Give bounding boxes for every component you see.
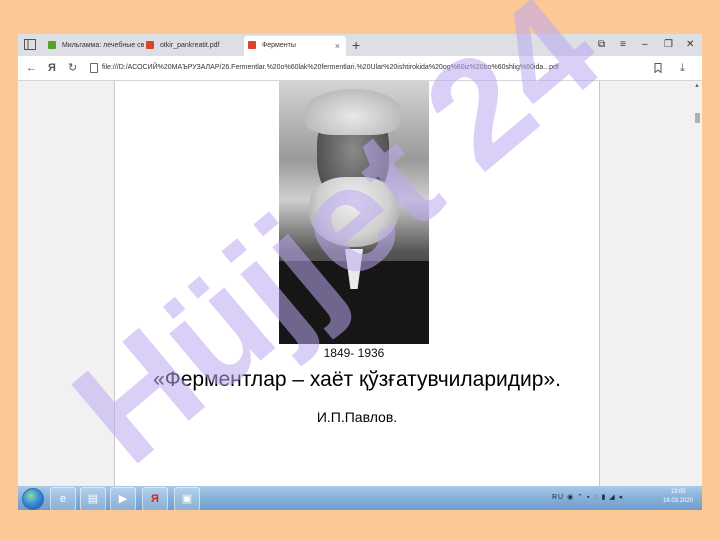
- restore-icon[interactable]: ❐: [664, 38, 673, 52]
- yandex-browser-taskbar-icon[interactable]: Я: [142, 487, 168, 510]
- portrait-beard: [309, 177, 399, 247]
- quote-text: «Ферментлар – хаёт қўзғатувчиларидир».: [153, 368, 561, 391]
- tab-label: Мильгамма: лечебные св: [61, 42, 145, 49]
- screen: Мильгамма: лечебные св otkir_pankreatit.…: [18, 34, 702, 510]
- pavlov-portrait-image: [279, 81, 429, 344]
- pdf-viewer[interactable]: 1849- 1936 «Ферментлар – хаёт қўзғатувчи…: [18, 81, 702, 486]
- address-bar: ← Я ↻ file:///D:/АСОСИЙ%20МАЪРУЗАЛАР/26.…: [18, 56, 702, 81]
- tab-otkir-pankreatit[interactable]: otkir_pankreatit.pdf: [146, 36, 238, 56]
- close-tab-icon[interactable]: ×: [335, 36, 340, 56]
- quote-author: И.П.Павлов.: [316, 409, 398, 425]
- new-tab-button[interactable]: +: [352, 36, 360, 54]
- media-player-icon[interactable]: ▶: [110, 487, 136, 510]
- internet-explorer-icon[interactable]: e: [50, 487, 76, 510]
- bookmark-icon[interactable]: [654, 63, 662, 73]
- url-field[interactable]: file:///D:/АСОСИЙ%20МАЪРУЗАЛАР/26.Fermen…: [102, 62, 642, 74]
- scrollbar[interactable]: ▲: [692, 81, 702, 486]
- tab-label: otkir_pankreatit.pdf: [159, 42, 220, 49]
- back-icon[interactable]: ←: [26, 61, 37, 75]
- scrollbar-thumb[interactable]: [695, 113, 700, 123]
- pdf-icon: [248, 41, 256, 50]
- sidebar-toggle-icon[interactable]: [24, 39, 36, 50]
- start-button[interactable]: [22, 488, 44, 510]
- tab-fermenty[interactable]: Ферменты ×: [244, 36, 346, 56]
- download-icon[interactable]: ⤓: [680, 61, 685, 75]
- tabs-manager-icon[interactable]: ⧉: [598, 38, 605, 52]
- menu-icon[interactable]: ≡: [620, 38, 626, 52]
- language-indicator[interactable]: RU: [552, 494, 564, 501]
- scroll-up-icon[interactable]: ▲: [694, 83, 700, 89]
- taskbar: e ▤ ▶ Я ▣ RU ◉ ⌃ ▪ ◌ ▮ ◢ ◂ 13:05 18.03.2…: [18, 486, 702, 510]
- life-years: 1849- 1936: [323, 346, 385, 360]
- minimize-icon[interactable]: –: [642, 38, 648, 52]
- clock-date: 18.03.2020: [662, 498, 694, 504]
- clock-time: 13:05: [670, 489, 686, 495]
- system-tray[interactable]: RU ◉ ⌃ ▪ ◌ ▮ ◢ ◂: [552, 493, 623, 501]
- tab-label: Ферменты: [261, 42, 296, 49]
- tab-milgamma[interactable]: Мильгамма: лечебные св: [48, 36, 160, 56]
- reload-icon[interactable]: ↻: [68, 61, 77, 75]
- pdf-reader-taskbar-icon[interactable]: ▣: [174, 487, 200, 510]
- pdf-page: 1849- 1936 «Ферментлар – хаёт қўзғатувчи…: [114, 81, 600, 486]
- file-explorer-icon[interactable]: ▤: [80, 487, 106, 510]
- pdf-icon: [146, 41, 154, 50]
- green-leaf-icon: [48, 41, 56, 50]
- close-window-icon[interactable]: ✕: [686, 38, 694, 52]
- clock[interactable]: 13:05 18.03.2020: [658, 488, 698, 506]
- file-icon: [90, 63, 98, 73]
- tray-icons: ◉ ⌃ ▪ ◌ ▮ ◢ ◂: [567, 494, 624, 501]
- yandex-icon[interactable]: Я: [48, 61, 56, 75]
- tab-bar: Мильгамма: лечебные св otkir_pankreatit.…: [18, 34, 702, 56]
- portrait-hair: [305, 89, 401, 135]
